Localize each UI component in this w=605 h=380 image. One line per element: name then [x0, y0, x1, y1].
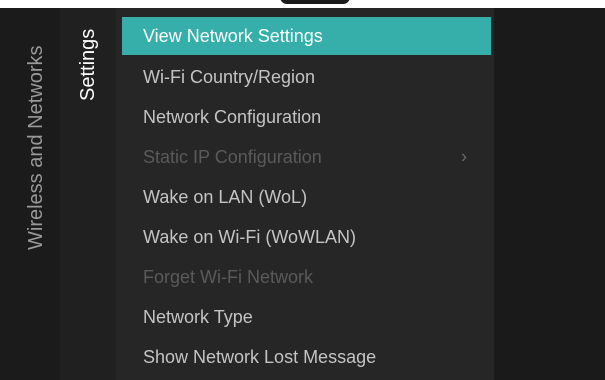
menu-item-label: Wake on LAN (WoL) [143, 186, 308, 207]
detail-panel [494, 8, 605, 380]
menu-item-label: Static IP Configuration [143, 146, 322, 167]
menu-item-wake-on-wifi[interactable]: Wake on Wi-Fi (WoWLAN) [122, 217, 491, 257]
menu-item-network-type[interactable]: Network Type [122, 297, 491, 337]
menu-item-label: Show Network Lost Message [143, 346, 377, 367]
breadcrumb-label[interactable]: Wireless and Networks [24, 45, 48, 250]
menu-item-static-ip-configuration[interactable]: Static IP Configuration › [122, 137, 491, 177]
chevron-right-icon: › [461, 146, 467, 167]
menu-item-label: Network Configuration [143, 106, 322, 127]
menu-item-view-network-settings[interactable]: View Network Settings [122, 17, 491, 55]
menu-item-label: Network Type [143, 306, 253, 327]
menu-item-label: Wi-Fi Country/Region [143, 66, 316, 87]
menu-item-wifi-country-region[interactable]: Wi-Fi Country/Region [122, 57, 491, 97]
menu-item-network-configuration[interactable]: Network Configuration [122, 97, 491, 137]
menu-item-forget-wifi-network[interactable]: Forget Wi-Fi Network [122, 257, 491, 297]
network-settings-menu: View Network Settings Wi-Fi Country/Regi… [122, 17, 491, 377]
header-title-fragment [280, 0, 350, 4]
menu-item-label: View Network Settings [143, 25, 323, 46]
header-strip [0, 0, 605, 8]
menu-item-label: Forget Wi-Fi Network [143, 266, 314, 287]
menu-item-label: Wake on Wi-Fi (WoWLAN) [143, 226, 357, 247]
menu-item-show-network-lost-message[interactable]: Show Network Lost Message [122, 337, 491, 377]
menu-item-wake-on-lan[interactable]: Wake on LAN (WoL) [122, 177, 491, 217]
category-label[interactable]: Settings [76, 29, 100, 101]
